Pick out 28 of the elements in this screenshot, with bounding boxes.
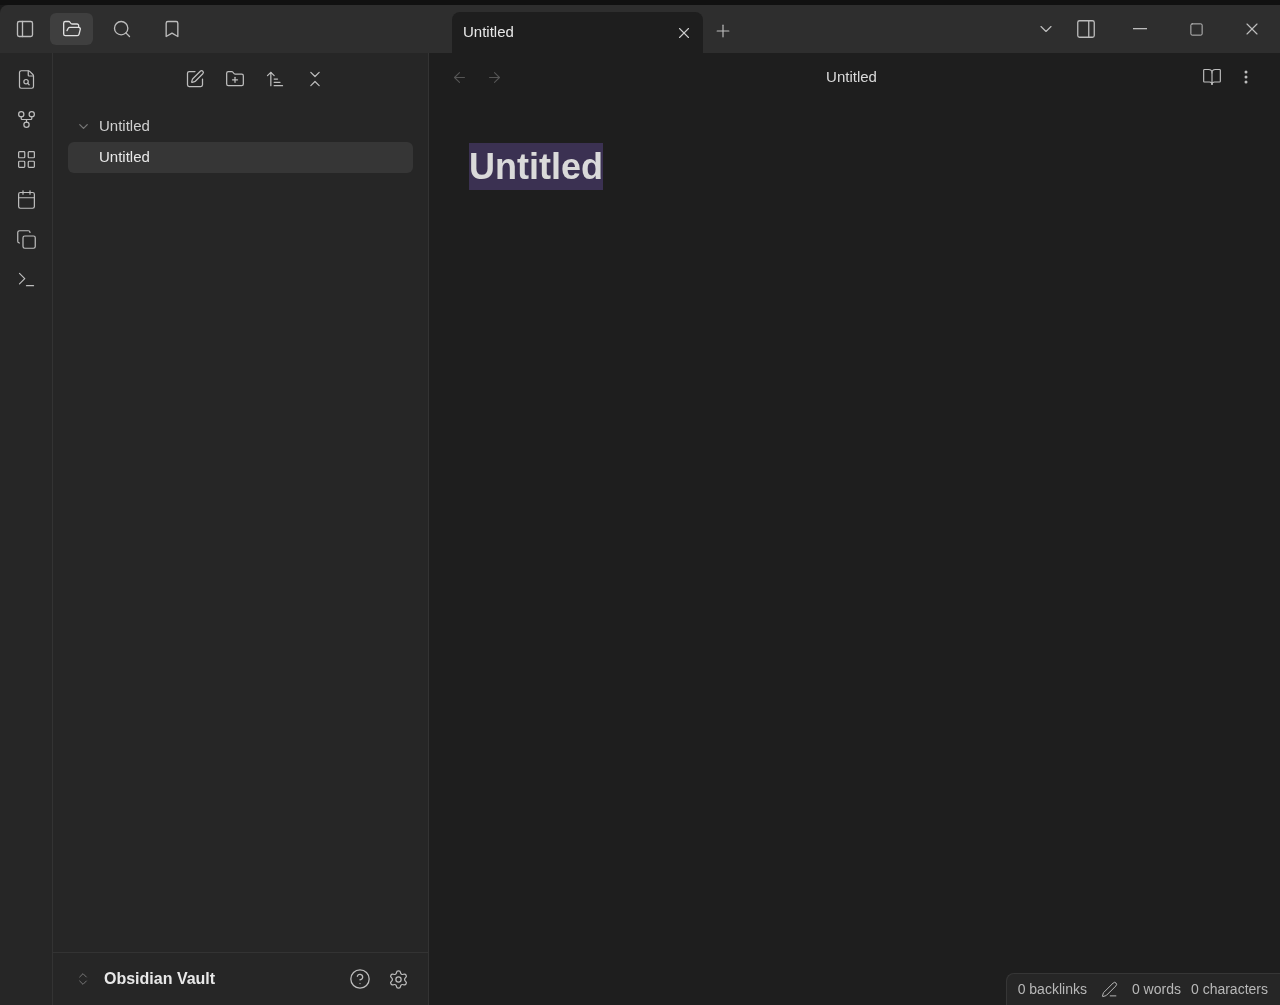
grid-icon <box>15 148 37 170</box>
folder-plus-icon <box>224 68 245 89</box>
note-tab[interactable]: Untitled <box>452 12 703 53</box>
word-count: 0 words <box>1131 980 1181 999</box>
sidebar-tab[interactable] <box>50 13 93 45</box>
character-count: 0 characters <box>1190 980 1268 999</box>
help-icon <box>349 968 371 990</box>
vault-name[interactable]: Obsidian Vault <box>104 967 216 991</box>
folder-item[interactable]: Untitled <box>68 111 413 142</box>
folder-icon <box>61 19 82 39</box>
minimize-icon <box>1133 28 1147 30</box>
sidebar-icon <box>1075 18 1097 40</box>
copy-icon <box>15 228 37 250</box>
graph-icon <box>15 108 37 130</box>
search-icon <box>111 19 132 39</box>
backlinks-count[interactable]: 0 backlinks <box>1017 979 1087 1000</box>
more-icon <box>1244 70 1248 84</box>
sidebar-icon <box>15 19 35 39</box>
book-icon <box>1202 67 1222 87</box>
pencil-icon[interactable] <box>1100 981 1118 998</box>
view-title[interactable]: Untitled <box>826 65 877 89</box>
file-item[interactable]: Untitled <box>68 142 413 173</box>
maximize-icon <box>1188 21 1204 37</box>
calendar-icon <box>15 188 37 210</box>
note-title[interactable]: Untitled <box>469 143 603 190</box>
settings-icon <box>387 968 409 990</box>
pen-square-icon <box>184 68 205 89</box>
help-button[interactable] <box>348 967 372 991</box>
